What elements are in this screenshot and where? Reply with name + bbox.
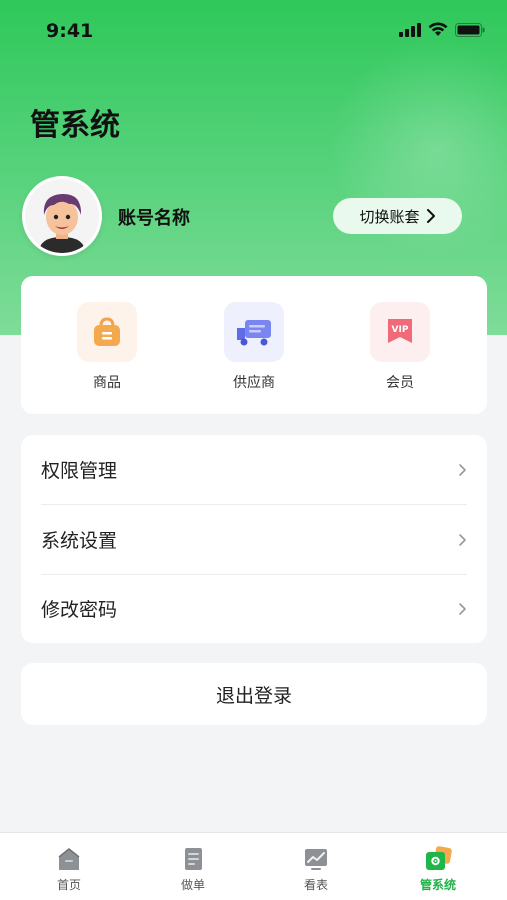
avatar[interactable] <box>22 176 102 256</box>
vip-badge-text: VIP <box>392 325 409 335</box>
logout-button[interactable]: 退出登录 <box>21 663 487 725</box>
page-title: 管系统 <box>30 108 120 143</box>
bottom-tab-bar: 首页 做单 看表 管系统 <box>0 832 507 900</box>
tab-manage-system[interactable]: 管系统 <box>398 845 478 893</box>
tab-home[interactable]: 首页 <box>29 845 109 893</box>
menu-item-label: 修改密码 <box>41 599 118 621</box>
home-icon <box>58 848 80 870</box>
chevron-right-icon <box>459 533 466 546</box>
status-icons <box>399 22 485 37</box>
truck-icon-box <box>224 302 284 362</box>
menu-item-change-password[interactable]: 修改密码 <box>41 574 467 643</box>
battery-icon <box>455 22 485 37</box>
quick-action-label: 供应商 <box>233 375 275 391</box>
wifi-icon <box>428 22 448 36</box>
settings-icon <box>426 846 452 870</box>
status-bar: 9:41 <box>0 0 507 62</box>
chevron-right-icon <box>459 602 466 615</box>
menu-item-label: 系统设置 <box>41 530 118 552</box>
quick-action-supplier[interactable]: 供应商 <box>214 302 294 392</box>
switch-account-button[interactable]: 切换账套 <box>333 198 462 234</box>
tab-label: 管系统 <box>419 878 456 892</box>
switch-account-label: 切换账套 <box>359 207 420 226</box>
chevron-right-icon <box>459 463 466 476</box>
menu-item-system-settings[interactable]: 系统设置 <box>41 505 467 574</box>
tab-reports[interactable]: 看表 <box>276 845 356 893</box>
status-time: 9:41 <box>46 20 94 42</box>
signal-icon <box>399 22 421 37</box>
account-name: 账号名称 <box>118 208 190 229</box>
quick-actions-card: 商品 供应商 VIP 会员 <box>21 276 487 414</box>
chevron-right-icon <box>426 209 435 223</box>
menu-item-label: 权限管理 <box>41 460 118 482</box>
tab-label: 看表 <box>303 878 328 892</box>
logout-label: 退出登录 <box>215 684 292 707</box>
tab-label: 做单 <box>180 878 205 892</box>
chart-icon <box>305 849 327 870</box>
quick-action-goods[interactable]: 商品 <box>67 302 147 392</box>
settings-menu-card: 权限管理 系统设置 修改密码 <box>21 435 487 643</box>
truck-icon <box>237 320 271 346</box>
tab-orders[interactable]: 做单 <box>153 845 233 893</box>
menu-item-permissions[interactable]: 权限管理 <box>41 435 467 504</box>
shopping-bag-icon <box>94 317 120 346</box>
avatar-person-icon <box>25 179 99 253</box>
vip-badge-icon: VIP <box>388 319 412 343</box>
quick-action-label: 商品 <box>93 375 121 391</box>
shopping-bag-icon-box <box>77 302 137 362</box>
quick-action-label: 会员 <box>386 375 414 391</box>
quick-action-member[interactable]: VIP 会员 <box>360 302 440 392</box>
vip-badge-icon-box: VIP <box>370 302 430 362</box>
tab-label: 首页 <box>56 878 81 892</box>
document-icon <box>185 848 202 870</box>
